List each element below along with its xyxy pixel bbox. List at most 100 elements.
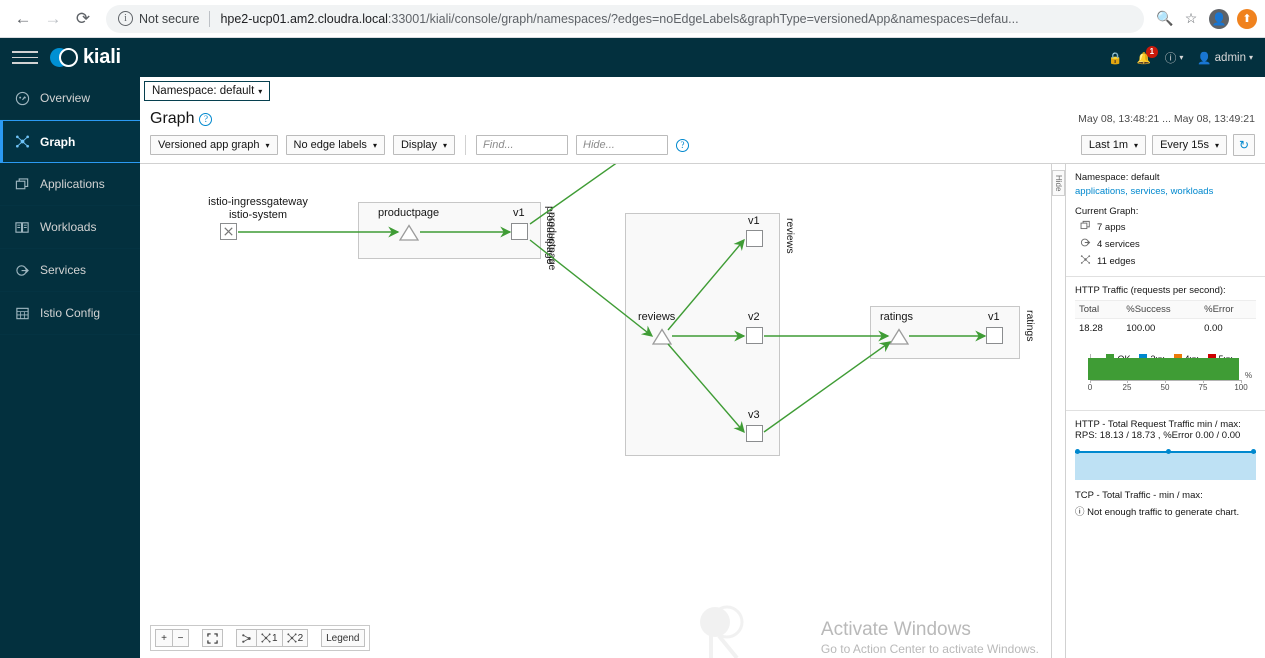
divider — [465, 135, 467, 155]
graph-area: istio-ingressgateway istio-system produc… — [140, 164, 1265, 658]
applications-icon — [14, 176, 31, 193]
sidebar-item-overview[interactable]: Overview — [0, 77, 140, 120]
summary-namespace-section: Namespace: default applications, service… — [1066, 164, 1265, 276]
total-request-sparkline — [1075, 446, 1256, 482]
summary-count-label: 7 apps — [1097, 221, 1126, 233]
summary-namespace: Namespace: default — [1075, 172, 1160, 183]
user-menu[interactable]: 👤 admin ▾ — [1197, 51, 1253, 65]
security-status: Not secure — [139, 11, 200, 26]
hide-input[interactable] — [576, 135, 669, 155]
namespace-selector-label: Namespace: default — [152, 85, 255, 97]
forward-arrow-icon[interactable]: → — [38, 4, 68, 34]
column-header-success: %Success — [1122, 300, 1201, 319]
workloads-icon — [14, 219, 31, 236]
zoom-out-button[interactable]: − — [172, 629, 189, 647]
address-bar[interactable]: i Not secure hpe2-ucp01.am2.cloudra.loca… — [106, 4, 1144, 33]
applications-icon — [1079, 220, 1091, 234]
fit-to-screen-icon[interactable] — [202, 629, 223, 647]
group-label-reviews: reviews — [784, 218, 796, 254]
search-icon[interactable]: 🔍 — [1152, 6, 1178, 32]
url-text: hpe2-ucp01.am2.cloudra.local:33001/kiali… — [220, 12, 1018, 26]
cell-total: 18.28 — [1079, 323, 1103, 334]
services-icon — [1079, 237, 1091, 251]
column-header-total: Total — [1075, 300, 1123, 319]
url-host: hpe2-ucp01.am2.cloudra.local — [220, 11, 388, 26]
user-label: admin — [1214, 51, 1246, 64]
kiali-brand-text: kiali — [83, 46, 121, 68]
sidebar-item-services[interactable]: Services — [0, 249, 140, 292]
axis-tick-25: 25 — [1122, 383, 1132, 392]
refresh-icon[interactable]: ↻ — [1233, 134, 1255, 156]
time-range-select[interactable]: Last 1m ▾ — [1080, 135, 1147, 155]
table-row: 18.28 100.00 0.00 — [1075, 319, 1256, 339]
edge-labels-select[interactable]: No edge labels ▾ — [285, 135, 385, 155]
namespace-selector[interactable]: Namespace: default ▾ — [144, 81, 271, 101]
summary-count-label: 4 services — [1097, 238, 1140, 250]
node-sublabel-ingress: istio-system — [228, 209, 288, 221]
find-input[interactable] — [476, 135, 569, 155]
graph-node-istio-ingressgateway[interactable] — [220, 223, 237, 240]
layout-2-button[interactable]: 2 — [281, 629, 309, 647]
namespace-bar: Namespace: default ▾ — [140, 77, 1265, 105]
graph-node-reviews-v3[interactable] — [746, 425, 763, 442]
summary-links[interactable]: applications, services, workloads — [1075, 186, 1256, 197]
display-menu[interactable]: Display ▾ — [392, 135, 456, 155]
extension-icon[interactable]: ⬆ — [1237, 8, 1257, 29]
sidebar-item-applications[interactable]: Applications — [0, 163, 140, 206]
divider — [209, 10, 211, 27]
watermark-title: Activate Windows — [820, 619, 971, 640]
total-request-title: HTTP - Total Request Traffic min / max: — [1075, 419, 1241, 430]
kiali-logo-icon — [50, 47, 80, 69]
graph-canvas[interactable]: istio-ingressgateway istio-system produc… — [140, 164, 1051, 658]
group-label-ratings: ratings — [1024, 310, 1036, 342]
sidebar-item-workloads[interactable]: Workloads — [0, 206, 140, 249]
hamburger-icon[interactable] — [12, 47, 38, 68]
legend-button[interactable]: Legend — [321, 629, 365, 647]
graph-type-label: Versioned app graph — [158, 139, 260, 151]
graph-node-productpage-v1[interactable] — [511, 223, 528, 240]
topology-icon — [14, 133, 31, 150]
layout-1-label: 1 — [272, 632, 278, 644]
windows-activation-watermark: Activate Windows Go to Action Center to … — [821, 618, 1039, 656]
chevron-down-icon: ▾ — [258, 86, 263, 96]
profile-avatar-icon[interactable]: 👤 — [1209, 8, 1229, 29]
star-icon[interactable]: ☆ — [1178, 6, 1204, 32]
zoom-button-group: + − — [155, 629, 189, 647]
info-circle-icon[interactable]: i — [118, 11, 133, 26]
node-label-productpage-v1: v1 — [513, 207, 525, 219]
graph-type-select[interactable]: Versioned app graph ▾ — [150, 135, 278, 155]
summary-panel-toggle[interactable]: Hide — [1051, 164, 1065, 658]
find-help-icon[interactable]: ? — [676, 138, 690, 152]
node-label-reviews-svc: reviews — [638, 311, 676, 323]
graph-node-reviews-v2[interactable] — [746, 327, 763, 344]
http-success-bar-chart: 0 25 50 75 100 % OK 3xx 4xx 5xx — [1087, 354, 1252, 400]
graph-node-ratings-v1[interactable] — [986, 327, 1003, 344]
layout-1-button[interactable]: 1 — [256, 629, 282, 647]
sidebar-item-label: Services — [40, 263, 87, 277]
sidebar-item-graph[interactable]: Graph — [0, 120, 140, 163]
chevron-down-icon: ▾ — [372, 140, 377, 150]
reload-icon[interactable]: ⟳ — [68, 4, 98, 34]
graph-node-reviews-v1[interactable] — [746, 230, 763, 247]
sidebar-item-istio-config[interactable]: Istio Config — [0, 292, 140, 335]
tcp-traffic-title: TCP - Total Traffic - min / max: — [1075, 490, 1203, 501]
services-icon — [14, 262, 31, 279]
cell-error: 0.00 — [1204, 323, 1223, 334]
sidebar-item-label: Applications — [40, 177, 105, 191]
bell-icon[interactable]: 🔔 1 — [1136, 45, 1158, 65]
lock-icon[interactable]: 🔒 — [1108, 51, 1122, 65]
refresh-interval-select[interactable]: Every 15s ▾ — [1152, 135, 1227, 155]
http-traffic-title: HTTP Traffic (requests per second): — [1075, 285, 1226, 296]
notification-badge: 1 — [1145, 45, 1158, 58]
tcp-note-text: Not enough traffic to generate chart. — [1087, 507, 1240, 518]
node-label-ratings-svc: ratings — [880, 311, 914, 323]
back-arrow-icon[interactable]: ← — [8, 4, 38, 34]
layout-dagre-icon[interactable] — [236, 629, 256, 647]
zoom-in-button[interactable]: + — [155, 629, 172, 647]
chevron-down-icon: ▾ — [1134, 140, 1139, 150]
question-circle-icon[interactable]: ? — [199, 112, 213, 126]
masthead-actions: 🔒 🔔 1 ⓘ ▾ 👤 admin ▾ — [1108, 45, 1253, 66]
kiali-logo: kiali — [50, 46, 121, 69]
help-icon[interactable]: ⓘ ▾ — [1165, 50, 1184, 66]
layout-button-group: 1 2 — [236, 629, 309, 647]
